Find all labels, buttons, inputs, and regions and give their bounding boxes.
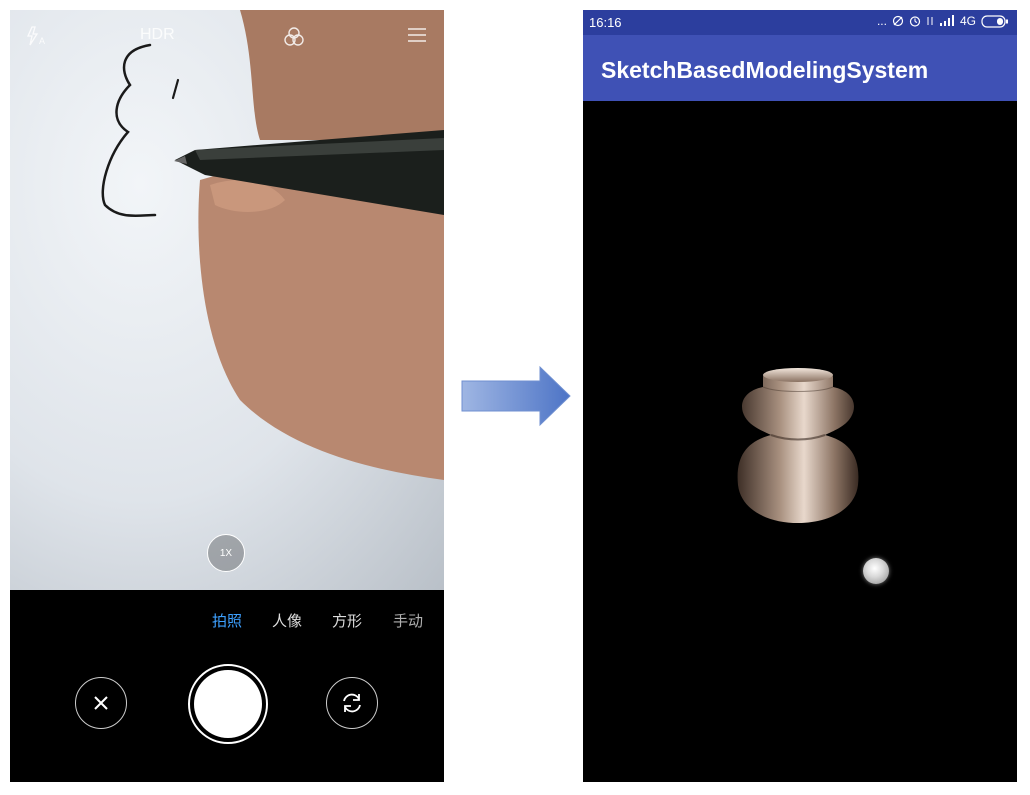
sketch-stroke <box>101 43 157 218</box>
camera-screen: A HDR 1X 拍照 人像 方形 手动 <box>10 10 444 782</box>
mode-manual[interactable]: 手动 <box>393 610 423 631</box>
sync-icon <box>892 15 904 27</box>
hdr-label[interactable]: HDR <box>140 26 175 44</box>
status-time: 16:16 <box>589 15 622 30</box>
more-notifications-icon: ... <box>876 14 887 28</box>
cancel-button[interactable] <box>75 677 127 729</box>
flash-auto-icon[interactable]: A <box>26 26 50 51</box>
modeling-app-screen: 16:16 ... 4G SketchBasedModelingSystem <box>583 10 1017 782</box>
mode-portrait[interactable]: 人像 <box>272 610 302 631</box>
svg-text:A: A <box>39 36 45 46</box>
viewfinder-scene <box>101 10 444 480</box>
data-transfer-icon <box>927 17 933 25</box>
camera-viewfinder[interactable]: A HDR 1X <box>10 10 444 590</box>
mode-photo[interactable]: 拍照 <box>212 610 242 631</box>
alarm-icon <box>909 16 921 27</box>
switch-camera-icon <box>343 693 361 713</box>
network-type: 4G <box>959 14 976 28</box>
switch-camera-button[interactable] <box>326 677 378 729</box>
signal-icon <box>939 15 954 26</box>
zoom-label: 1X <box>219 547 233 559</box>
close-icon <box>94 696 108 710</box>
filters-icon[interactable] <box>283 26 305 53</box>
camera-mode-bar: 拍照 人像 方形 手动 <box>10 610 444 640</box>
vase-top <box>763 368 833 382</box>
mode-square[interactable]: 方形 <box>332 610 362 631</box>
shutter-button[interactable] <box>188 664 268 744</box>
shutter-inner <box>194 670 262 738</box>
status-bar: 16:16 ... 4G <box>583 10 1017 35</box>
battery-icon <box>981 14 1008 28</box>
3d-model-canvas[interactable] <box>733 365 863 530</box>
app-bar: SketchBasedModelingSystem <box>583 35 1017 101</box>
floating-control-dot[interactable] <box>863 558 889 584</box>
zoom-button[interactable]: 1X <box>207 534 245 572</box>
right-arrow-icon <box>461 365 571 427</box>
status-icons: ... 4G <box>877 14 1009 28</box>
menu-icon[interactable] <box>407 26 427 49</box>
app-title: SketchBasedModelingSystem <box>601 57 929 83</box>
sketch-tick <box>171 78 180 100</box>
vase-body <box>737 369 859 523</box>
